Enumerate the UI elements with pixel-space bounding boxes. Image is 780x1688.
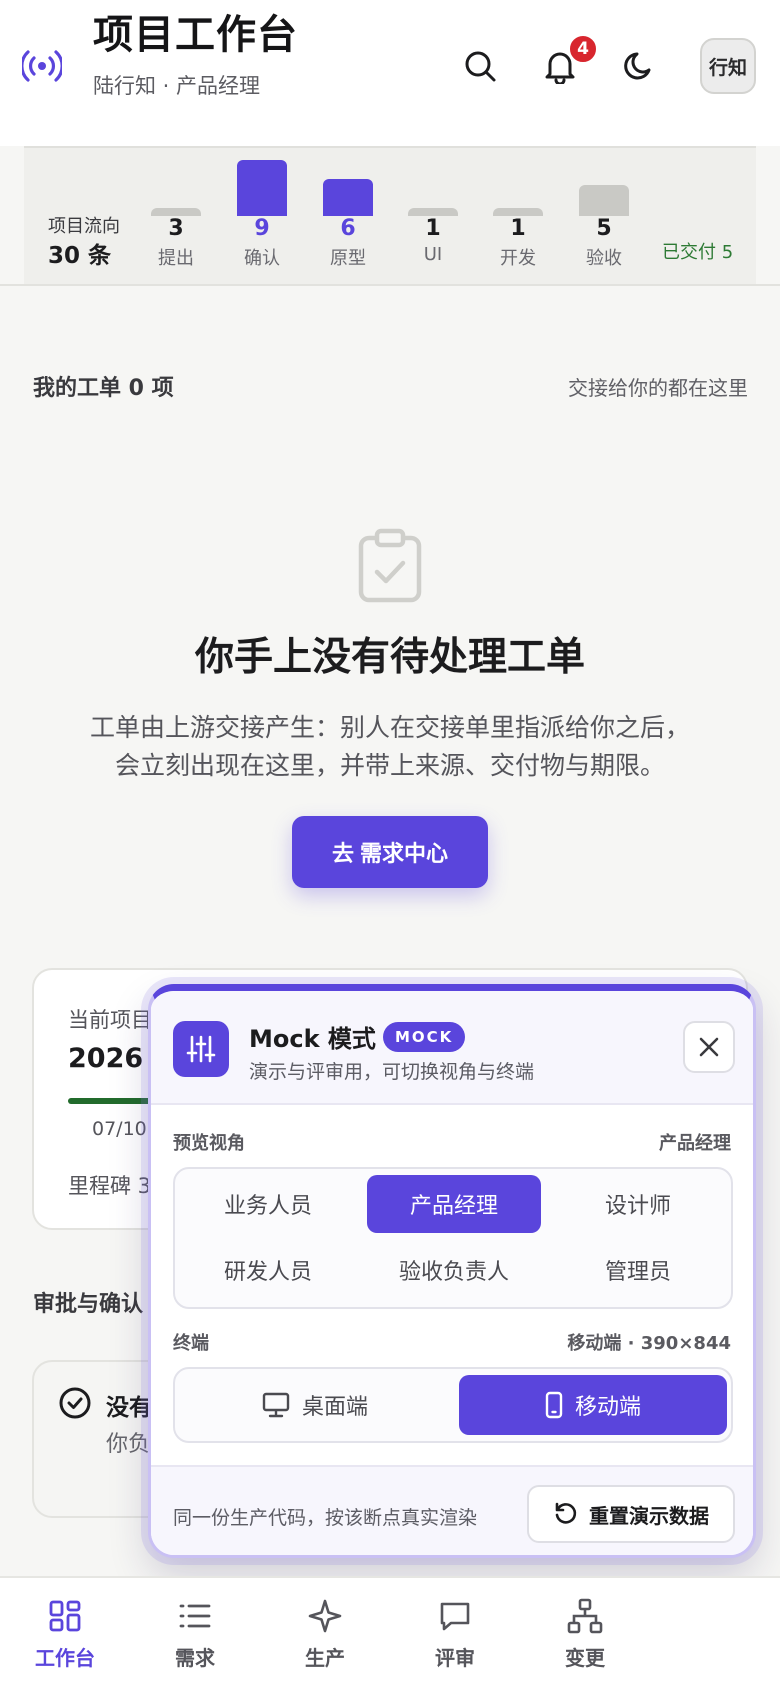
stage-name: 确认 xyxy=(244,248,280,269)
stage-count[interactable]: 5 xyxy=(564,216,644,241)
project-flow-strip xyxy=(24,146,756,284)
nav-label: 工作台 xyxy=(35,1646,95,1670)
dark-mode-toggle[interactable] xyxy=(614,40,666,92)
role-label: 预览视角 xyxy=(173,1133,245,1154)
role-option[interactable]: 业务人员 xyxy=(181,1175,355,1233)
work-orders-title: 我的工单 0 项 xyxy=(33,376,174,401)
stage-count[interactable]: 3 xyxy=(136,216,216,241)
terminal-option-label: 桌面端 xyxy=(301,1395,368,1420)
nav-item-changes[interactable]: 变更 xyxy=(520,1578,650,1688)
role-option[interactable]: 管理员 xyxy=(551,1241,725,1299)
divider xyxy=(0,284,780,286)
stage-name: 验收 xyxy=(586,248,622,269)
role-selector: 业务人员 产品经理 设计师 研发人员 验收负责人 管理员 xyxy=(173,1167,733,1309)
terminal-option-mobile[interactable]: 移动端 xyxy=(459,1375,727,1435)
role-option[interactable]: 研发人员 xyxy=(181,1241,355,1299)
smartphone-icon xyxy=(545,1391,563,1419)
role-value: 产品经理 xyxy=(659,1133,731,1154)
mock-panel-subtitle: 演示与评审用，可切换视角与终端 xyxy=(249,1061,535,1083)
work-orders-hint: 交接给你的都在这里 xyxy=(568,376,748,400)
stage-bar xyxy=(579,185,629,216)
empty-state-description: 会立刻出现在这里，并带上来源、交付物与期限。 xyxy=(114,751,665,780)
flow-label: 项目流向 xyxy=(48,216,120,237)
project-start-date: 07/10 xyxy=(92,1118,147,1140)
mock-badge: MOCK xyxy=(383,1022,466,1052)
delivered-count[interactable]: 已交付 5 xyxy=(662,238,733,264)
role-option[interactable]: 设计师 xyxy=(551,1175,725,1233)
page-title: 项目工作台 xyxy=(93,12,298,58)
check-circle-icon xyxy=(59,1387,91,1419)
sparkle-icon xyxy=(308,1599,342,1633)
flow-total: 30 条 xyxy=(48,243,112,269)
reset-label: 重置演示数据 xyxy=(589,1503,709,1528)
nav-label: 评审 xyxy=(435,1646,475,1670)
nav-item-requirements[interactable]: 需求 xyxy=(130,1578,260,1688)
empty-state-title: 你手上没有待处理工单 xyxy=(194,635,585,680)
project-label: 当前项目 xyxy=(68,1008,152,1032)
user-role-subtitle: 陆行知 · 产品经理 xyxy=(93,74,261,98)
role-option[interactable]: 产品经理 xyxy=(367,1175,541,1233)
mock-panel-footer: 同一份生产代码，按该断点真实渲染 重置演示数据 xyxy=(151,1465,753,1555)
nav-label: 变更 xyxy=(565,1646,605,1670)
moon-icon xyxy=(624,52,651,80)
footer-note: 同一份生产代码，按该断点真实渲染 xyxy=(173,1507,478,1529)
nav-item-review[interactable]: 评审 xyxy=(390,1578,520,1688)
sliders-icon xyxy=(173,1021,229,1077)
refresh-icon xyxy=(555,1502,577,1524)
stage-name: 原型 xyxy=(330,248,366,269)
approval-section-title: 审批与确认 xyxy=(33,1292,144,1317)
search-icon xyxy=(465,51,496,82)
monitor-icon xyxy=(262,1392,290,1418)
stage-bar xyxy=(151,208,201,216)
mock-mode-panel: Mock 模式 MOCK 演示与评审用，可切换视角与终端 预览视角 产品经理 业… xyxy=(148,984,756,1558)
stage-bar xyxy=(493,208,543,216)
grid-icon xyxy=(49,1600,81,1632)
approval-card-desc: 你负 xyxy=(106,1432,151,1457)
role-option[interactable]: 验收负责人 xyxy=(367,1241,541,1299)
avatar[interactable]: 行知 xyxy=(700,38,756,94)
stage-name: 开发 xyxy=(500,248,536,269)
nav-item-production[interactable]: 生产 xyxy=(260,1578,390,1688)
terminal-label: 终端 xyxy=(173,1333,209,1354)
stage-count[interactable]: 9 xyxy=(222,216,302,241)
notification-badge: 4 xyxy=(568,34,598,64)
stage-name: UI xyxy=(423,244,443,265)
terminal-selector: 桌面端 移动端 xyxy=(173,1367,733,1443)
nav-item-workbench[interactable]: 工作台 xyxy=(0,1578,130,1688)
empty-state-description: 工单由上游交接产生：别人在交接单里指派给你之后， xyxy=(89,713,690,742)
list-icon xyxy=(179,1604,211,1628)
nav-label: 生产 xyxy=(305,1646,345,1670)
stage-bar xyxy=(323,179,373,216)
stage-name: 提出 xyxy=(158,248,194,269)
terminal-option-desktop[interactable]: 桌面端 xyxy=(181,1375,449,1435)
stage-bar xyxy=(408,208,458,216)
app-header: 项目工作台 陆行知 · 产品经理 4 行知 xyxy=(0,0,780,146)
stage-bar xyxy=(237,160,287,216)
mock-panel-title: Mock 模式 xyxy=(249,1025,376,1053)
chat-icon xyxy=(440,1602,470,1631)
project-milestone: 里程碑 3 xyxy=(68,1174,152,1198)
close-button[interactable] xyxy=(683,1021,735,1073)
clipboard-check-icon xyxy=(358,528,422,603)
close-icon xyxy=(699,1037,719,1057)
approval-card-title: 没有 xyxy=(106,1395,152,1421)
stage-count[interactable]: 1 xyxy=(478,216,558,241)
search-button[interactable] xyxy=(454,40,506,92)
broadcast-icon xyxy=(22,50,62,82)
go-requirements-button[interactable]: 去 需求中心 xyxy=(292,816,488,888)
terminal-option-label: 移动端 xyxy=(574,1395,641,1420)
hierarchy-icon xyxy=(567,1598,603,1634)
stage-count[interactable]: 1 xyxy=(393,216,473,241)
terminal-value: 移动端 · 390×844 xyxy=(567,1333,731,1354)
bottom-navigation: 工作台 需求 生产 评审 变更 xyxy=(0,1576,780,1688)
reset-demo-data-button[interactable]: 重置演示数据 xyxy=(527,1485,735,1543)
stage-count[interactable]: 6 xyxy=(308,216,388,241)
nav-label: 需求 xyxy=(175,1646,215,1670)
mock-panel-header: Mock 模式 MOCK 演示与评审用，可切换视角与终端 xyxy=(151,991,753,1105)
